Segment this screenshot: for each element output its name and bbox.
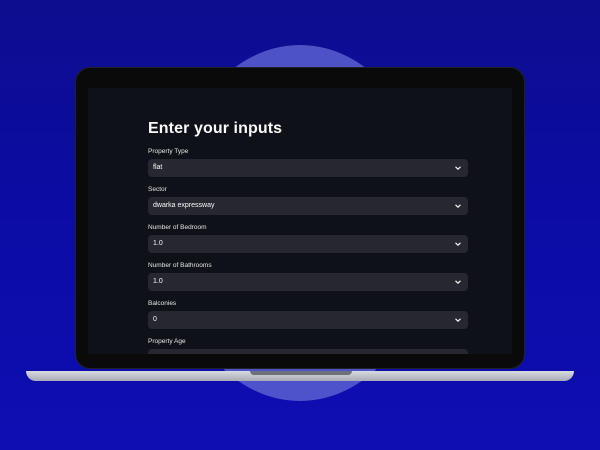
bathrooms-value: 1.0 [153, 278, 163, 285]
sector-select[interactable]: dwarka expressway [148, 197, 468, 215]
balconies-select[interactable]: 0 [148, 311, 468, 329]
sector-value: dwarka expressway [153, 202, 215, 209]
input-form: Enter your inputs Property Type flat Sec… [148, 120, 468, 354]
sector-label: Sector [148, 186, 167, 193]
property-age-select[interactable] [148, 349, 468, 354]
property-type-select[interactable]: flat [148, 159, 468, 177]
field-property-type: Property Type flat [148, 148, 468, 177]
chevron-down-icon[interactable] [454, 159, 462, 177]
property-type-value: flat [153, 164, 163, 171]
field-sector: Sector dwarka expressway [148, 186, 468, 215]
balconies-value: 0 [153, 316, 157, 323]
bedrooms-label: Number of Bedroom [148, 224, 207, 231]
bathrooms-label: Number of Bathrooms [148, 262, 212, 269]
bathrooms-select[interactable]: 1.0 [148, 273, 468, 291]
page-title: Enter your inputs [148, 120, 283, 137]
field-property-age: Property Age [148, 338, 468, 354]
field-bathrooms: Number of Bathrooms 1.0 [148, 262, 468, 291]
app-screen: Enter your inputs Property Type flat Sec… [88, 88, 512, 354]
property-type-label: Property Type [148, 148, 189, 155]
chevron-down-icon[interactable] [454, 197, 462, 215]
property-age-label: Property Age [148, 338, 186, 345]
laptop-notch [250, 371, 352, 375]
field-bedrooms: Number of Bedroom 1.0 [148, 224, 468, 253]
balconies-label: Balconies [148, 300, 177, 307]
bedrooms-select[interactable]: 1.0 [148, 235, 468, 253]
chevron-down-icon[interactable] [454, 311, 462, 329]
chevron-down-icon[interactable] [454, 273, 462, 291]
chevron-down-icon[interactable] [454, 235, 462, 253]
bedrooms-value: 1.0 [153, 240, 163, 247]
field-balconies: Balconies 0 [148, 300, 468, 329]
